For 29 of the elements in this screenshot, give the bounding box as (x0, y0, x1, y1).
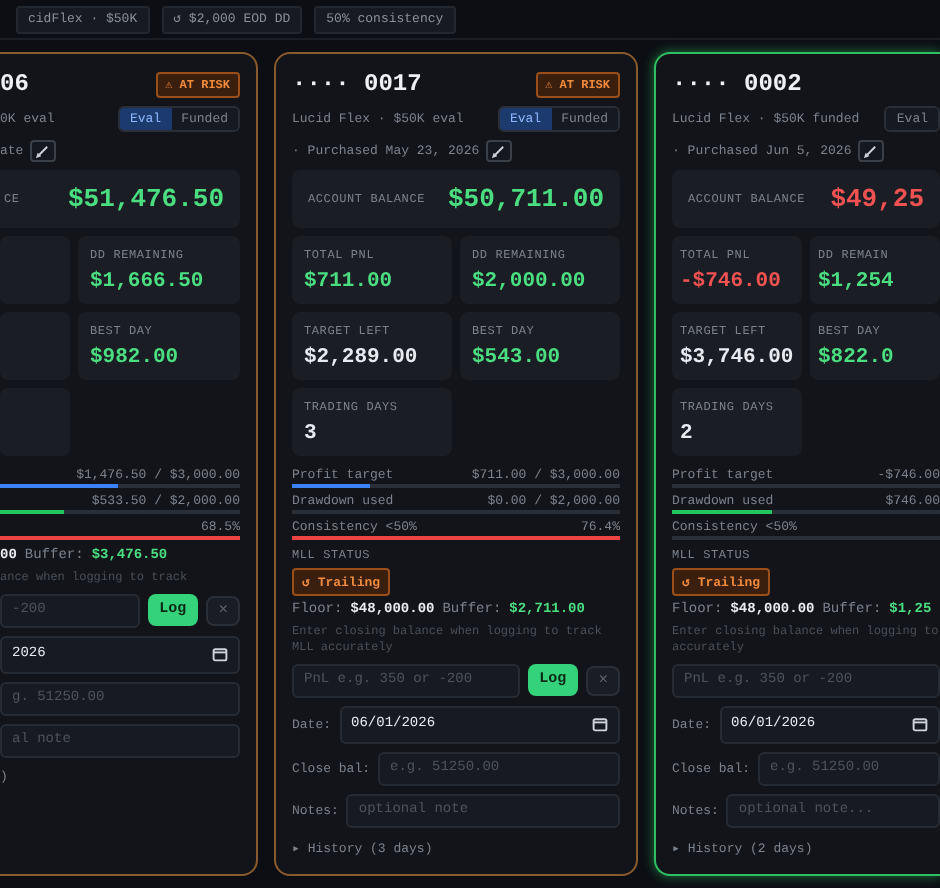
balance-value: $49,25 (830, 184, 924, 214)
stat-value: -$746.00 (680, 270, 783, 294)
pencil-icon (35, 144, 50, 158)
calendar-icon (912, 716, 928, 733)
account-title: 06 (0, 70, 29, 98)
pencil-icon (491, 144, 506, 158)
stat-value: $2,000.00 (472, 270, 588, 294)
stat-value: $1,666.50 (90, 270, 206, 294)
calendar-icon (212, 646, 228, 663)
balance-value: $51,476.50 (67, 184, 224, 214)
stat-value: 2 (680, 422, 695, 446)
stat-value: $711.00 (304, 270, 395, 294)
stat-value: 3 (304, 422, 319, 446)
stat-value: $982.00 (90, 346, 181, 370)
account-title: ···· 0002 (672, 70, 802, 98)
stat-value: $1,254 (818, 270, 896, 294)
balance-value: $50,711.00 (447, 184, 604, 214)
stat-value: $2,289.00 (304, 346, 420, 370)
clear-button[interactable]: × (206, 595, 240, 626)
stat-value: $3,746.00 (680, 346, 794, 370)
pencil-icon (863, 144, 878, 158)
account-title: ···· 0017 (292, 70, 422, 98)
edit-button[interactable] (29, 140, 56, 162)
edit-button[interactable] (857, 140, 884, 162)
calendar-icon (592, 716, 608, 733)
stat-value: $543.00 (472, 346, 563, 370)
edit-button[interactable] (485, 140, 512, 162)
stat-value: $822.0 (818, 346, 896, 370)
clear-button[interactable]: × (586, 665, 620, 696)
